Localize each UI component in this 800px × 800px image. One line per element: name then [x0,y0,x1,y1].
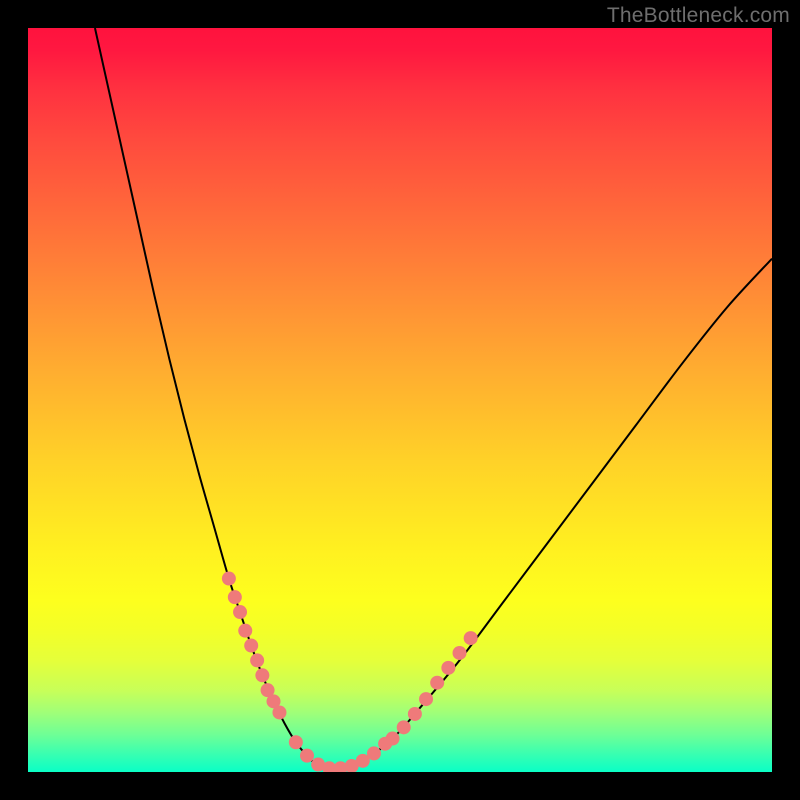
highlight-dot [367,746,381,760]
chart-svg [28,28,772,772]
highlight-dot [244,639,258,653]
highlight-dot [386,732,400,746]
highlight-dot [228,590,242,604]
highlight-dot [430,676,444,690]
highlight-dot [464,631,478,645]
highlight-dot [222,572,236,586]
highlight-dot [397,720,411,734]
highlight-dot [272,705,286,719]
plot-area [28,28,772,772]
highlight-dots-bottom [289,735,392,772]
highlight-dot [250,653,264,667]
highlight-dot [441,661,455,675]
chart-frame: TheBottleneck.com [0,0,800,800]
bottleneck-curve-path [95,28,772,768]
highlight-dots-right [386,631,478,745]
highlight-dot [408,707,422,721]
highlight-dot [300,749,314,763]
highlight-dot [238,624,252,638]
highlight-dots-left [222,572,287,720]
highlight-dot [453,646,467,660]
highlight-dot [419,692,433,706]
highlight-dot [289,735,303,749]
highlight-dot [233,605,247,619]
watermark-text: TheBottleneck.com [607,4,790,28]
highlight-dot [255,668,269,682]
